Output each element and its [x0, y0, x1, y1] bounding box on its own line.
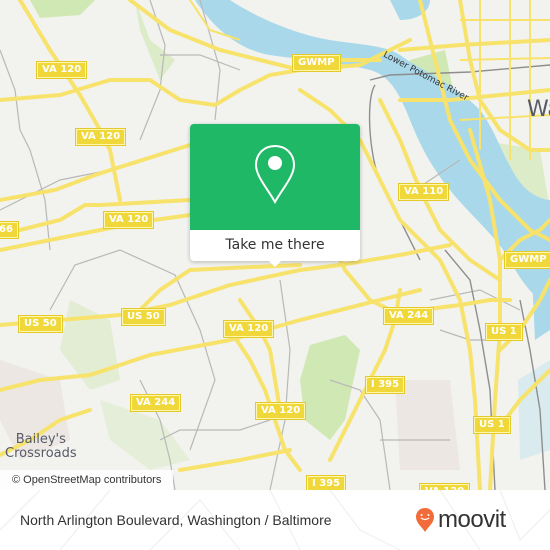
location-pin-icon — [254, 144, 296, 204]
map-view[interactable]: VA 120 VA 120 VA 120 66 GWMP VA 110 GWMP… — [0, 0, 550, 490]
map-attribution[interactable]: © OpenStreetMap contributors — [0, 470, 174, 490]
footer-bar: North Arlington Boulevard, Washington / … — [0, 490, 550, 550]
moovit-wordmark: moovit — [438, 506, 506, 533]
moovit-logo[interactable]: moovit — [415, 507, 506, 533]
popup-pointer — [267, 259, 283, 267]
route-shield-va120: VA 120 — [104, 212, 154, 228]
place-label-line: Crossroads — [5, 446, 77, 461]
route-shield-va110: VA 110 — [399, 184, 449, 200]
place-label-baileys-crossroads: Bailey's Crossroads — [5, 433, 77, 461]
route-shield-va120: VA 120 — [37, 62, 87, 78]
route-shield-gwmp: GWMP — [293, 55, 340, 71]
route-shield-us50: US 50 — [19, 316, 62, 332]
route-shield-i395: I 395 — [366, 377, 405, 393]
route-shield-va120: VA 120 — [224, 321, 274, 337]
route-shield-us1: US 1 — [474, 417, 510, 433]
route-shield-i66: 66 — [0, 222, 18, 238]
destination-popup: Take me there — [190, 124, 360, 267]
place-label-line: Bailey's — [15, 432, 66, 447]
location-title: North Arlington Boulevard, Washington / … — [20, 512, 332, 528]
popup-header — [190, 124, 360, 230]
place-label-washington: Wa — [527, 97, 550, 122]
route-shield-va120: VA 120 — [76, 129, 126, 145]
route-shield-us1: US 1 — [486, 324, 522, 340]
route-shield-i395: I 395 — [307, 476, 346, 490]
take-me-there-button[interactable]: Take me there — [190, 230, 360, 261]
route-shield-us50: US 50 — [122, 309, 165, 325]
route-shield-va244: VA 244 — [131, 395, 181, 411]
moovit-pin-icon — [416, 508, 434, 532]
route-shield-va244: VA 244 — [384, 308, 434, 324]
route-shield-gwmp: GWMP — [505, 252, 550, 268]
route-shield-va120: VA 120 — [256, 403, 306, 419]
